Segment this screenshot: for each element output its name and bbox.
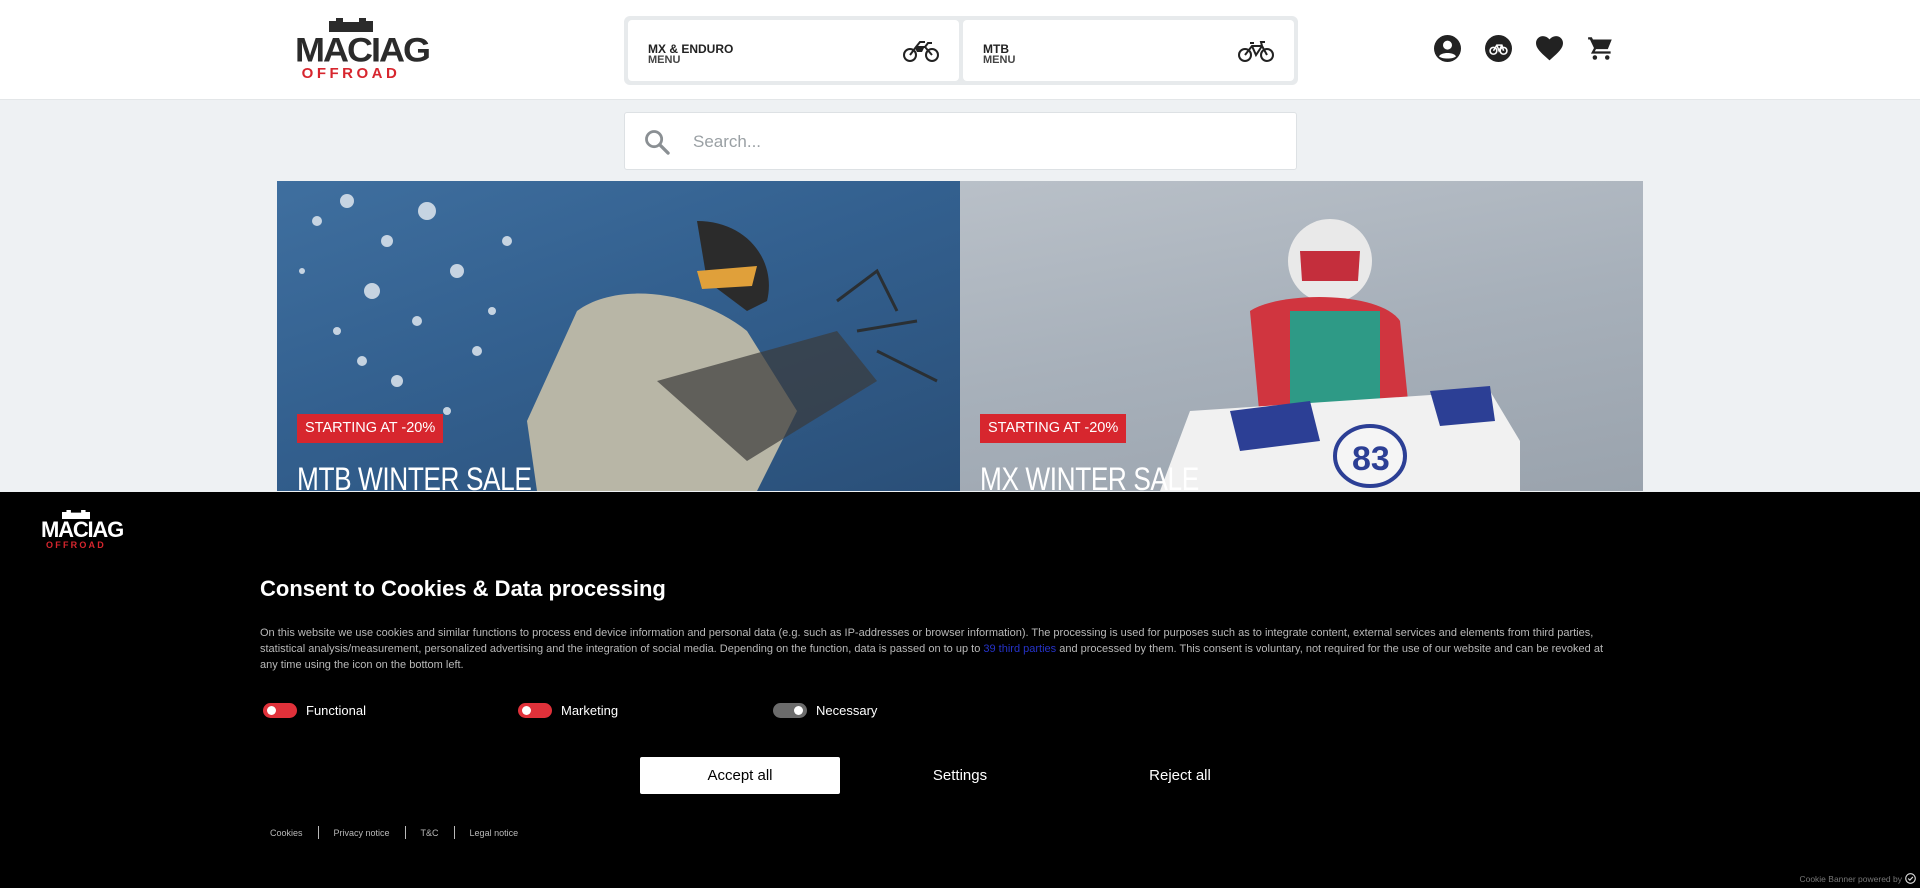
menu-subtitle: MENU xyxy=(983,54,1016,66)
privacy-notice-link[interactable]: Privacy notice xyxy=(334,828,390,838)
accept-all-button[interactable]: Accept all xyxy=(640,757,840,794)
bike-selector-icon[interactable] xyxy=(1484,34,1513,63)
discount-badge: STARTING AT -20% xyxy=(297,414,444,443)
settings-button[interactable]: Settings xyxy=(860,757,1060,794)
divider xyxy=(317,826,319,839)
race-number-plate: 83 xyxy=(1352,440,1390,478)
powered-by-text: Cookie Banner powered by xyxy=(1799,873,1902,884)
consent-buttons: Accept all Settings Reject all xyxy=(640,757,1280,794)
third-parties-link[interactable]: 39 third parties xyxy=(983,643,1056,655)
logo-subtext: OFFROAD xyxy=(46,540,106,550)
logo-text: MACIAG xyxy=(295,30,431,69)
legal-notice-link[interactable]: Legal notice xyxy=(470,828,519,838)
discount-badge: STARTING AT -20% xyxy=(980,414,1127,443)
cookie-banner-logo: MACIAG OFFROAD xyxy=(41,510,124,550)
cart-icon[interactable] xyxy=(1586,34,1615,63)
functional-toggle[interactable]: Functional xyxy=(263,703,518,718)
powered-by[interactable]: Cookie Banner powered by xyxy=(1799,873,1916,884)
bicycle-icon xyxy=(1238,41,1274,62)
site-logo[interactable]: MACIAG OFFROAD xyxy=(295,18,431,82)
mtb-menu-button[interactable]: MTB MENU xyxy=(963,20,1294,81)
consent-toggles: Functional Marketing Necessary xyxy=(263,703,1028,718)
mtb-winter-sale-banner[interactable]: STARTING AT -20% MTB WINTER SALE xyxy=(277,181,960,491)
toggle-switch xyxy=(773,703,807,718)
reject-all-button[interactable]: Reject all xyxy=(1080,757,1280,794)
cookies-link[interactable]: Cookies xyxy=(270,828,303,838)
toggle-label: Necessary xyxy=(816,703,878,718)
logo-text: MACIAG xyxy=(41,517,124,542)
wishlist-heart-icon[interactable] xyxy=(1535,34,1564,63)
banner-title: MTB WINTER SALE xyxy=(297,461,532,491)
divider xyxy=(453,826,455,839)
banner-title: MX WINTER SALE xyxy=(980,461,1199,491)
toggle-label: Marketing xyxy=(561,703,619,718)
divider xyxy=(404,826,406,839)
toggle-label: Functional xyxy=(306,703,366,718)
search-input[interactable] xyxy=(693,127,1273,157)
header-actions xyxy=(1433,34,1615,63)
cookie-title: Consent to Cookies & Data processing xyxy=(260,576,666,601)
search-bar xyxy=(624,112,1297,170)
search-icon[interactable] xyxy=(643,128,671,156)
shield-check-icon xyxy=(1905,873,1916,884)
motorcycle-icon xyxy=(903,41,939,62)
toggle-switch[interactable] xyxy=(263,703,297,718)
cookie-consent-banner: MACIAG OFFROAD Consent to Cookies & Data… xyxy=(0,492,1920,888)
account-icon[interactable] xyxy=(1433,34,1462,63)
mx-winter-sale-banner[interactable]: 83 STARTING AT -20% MX WINTER SALE xyxy=(960,181,1643,491)
site-header: MACIAG OFFROAD MX & ENDURO MENU MTB MENU xyxy=(0,0,1920,100)
banner-photo-mx-rider: 83 xyxy=(1160,219,1520,491)
logo-subtext: OFFROAD xyxy=(301,65,401,82)
category-menu-switcher: MX & ENDURO MENU MTB MENU xyxy=(624,16,1298,85)
cookie-footer-links: Cookies Privacy notice T&C Legal notice xyxy=(270,826,518,839)
menu-subtitle: MENU xyxy=(648,54,681,66)
toggle-switch[interactable] xyxy=(518,703,552,718)
mx-enduro-menu-button[interactable]: MX & ENDURO MENU xyxy=(628,20,959,81)
necessary-toggle: Necessary xyxy=(773,703,1028,718)
marketing-toggle[interactable]: Marketing xyxy=(518,703,773,718)
banner-photo-mtb-rider xyxy=(299,194,938,491)
terms-link[interactable]: T&C xyxy=(421,828,439,838)
cookie-description: On this website we use cookies and simil… xyxy=(260,625,1610,673)
